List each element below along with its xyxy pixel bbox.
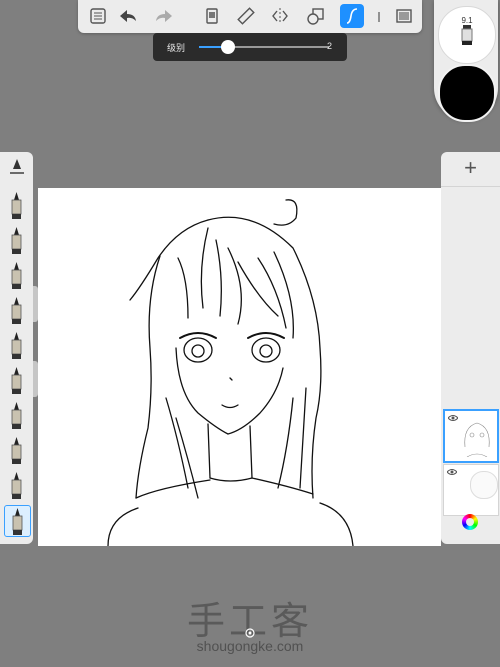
current-color-swatch[interactable] bbox=[438, 64, 496, 122]
undo-icon[interactable] bbox=[116, 4, 140, 28]
fill-brush-icon[interactable] bbox=[4, 505, 31, 537]
redo-icon[interactable] bbox=[152, 4, 176, 28]
layer-thumbnail bbox=[464, 422, 490, 457]
sketch-drawing bbox=[107, 199, 354, 546]
list-menu-icon[interactable] bbox=[86, 4, 110, 28]
top-toolbar bbox=[78, 0, 422, 33]
brush-size-value: 9.1 bbox=[461, 16, 473, 25]
fullscreen-icon[interactable] bbox=[392, 4, 416, 28]
brush-color-puck: 9.1 bbox=[434, 0, 498, 122]
brush-palette bbox=[0, 152, 33, 544]
ink-brush-icon[interactable] bbox=[4, 400, 29, 430]
brush-options-icon[interactable] bbox=[6, 156, 28, 178]
brush-library-icon[interactable] bbox=[200, 4, 224, 28]
add-layer-button[interactable]: + bbox=[441, 152, 500, 187]
drawing-canvas[interactable] bbox=[38, 188, 441, 546]
symmetry-icon[interactable] bbox=[268, 4, 292, 28]
level-label: 级别 bbox=[167, 43, 186, 53]
extra-icon[interactable] bbox=[368, 4, 380, 28]
ballpoint-brush-icon[interactable] bbox=[4, 225, 29, 255]
marker-brush-icon[interactable] bbox=[4, 260, 29, 290]
fine-pen-brush-icon[interactable] bbox=[4, 295, 29, 325]
level-slider-knob[interactable] bbox=[220, 40, 235, 54]
brush-preview-icon bbox=[461, 25, 473, 45]
layer-paint[interactable] bbox=[443, 464, 499, 516]
airbrush-brush-icon[interactable] bbox=[4, 365, 29, 395]
watermark-url: shougongke.com bbox=[196, 638, 304, 654]
layer-panel: + bbox=[441, 152, 500, 544]
smudge-brush-icon[interactable] bbox=[4, 435, 29, 465]
color-wheel-icon[interactable] bbox=[462, 514, 478, 530]
level-slider[interactable] bbox=[199, 40, 329, 54]
level-slider-popup: 级别 2 bbox=[153, 33, 347, 61]
ruler-icon[interactable] bbox=[234, 4, 258, 28]
stroke-curve-icon[interactable] bbox=[340, 4, 364, 28]
layer-thumbnail bbox=[470, 471, 498, 499]
brush-size-preview[interactable]: 9.1 bbox=[438, 6, 496, 64]
pencil-brush-icon[interactable] bbox=[4, 190, 29, 220]
layer-sketch[interactable] bbox=[443, 409, 499, 463]
level-value: 2 bbox=[327, 41, 333, 51]
shapes-icon[interactable] bbox=[304, 4, 328, 28]
watermark-mark-icon bbox=[245, 628, 255, 638]
paintbrush-brush-icon[interactable] bbox=[4, 330, 29, 360]
eye-icon[interactable] bbox=[447, 468, 457, 476]
eraser-brush-icon[interactable] bbox=[4, 470, 29, 500]
